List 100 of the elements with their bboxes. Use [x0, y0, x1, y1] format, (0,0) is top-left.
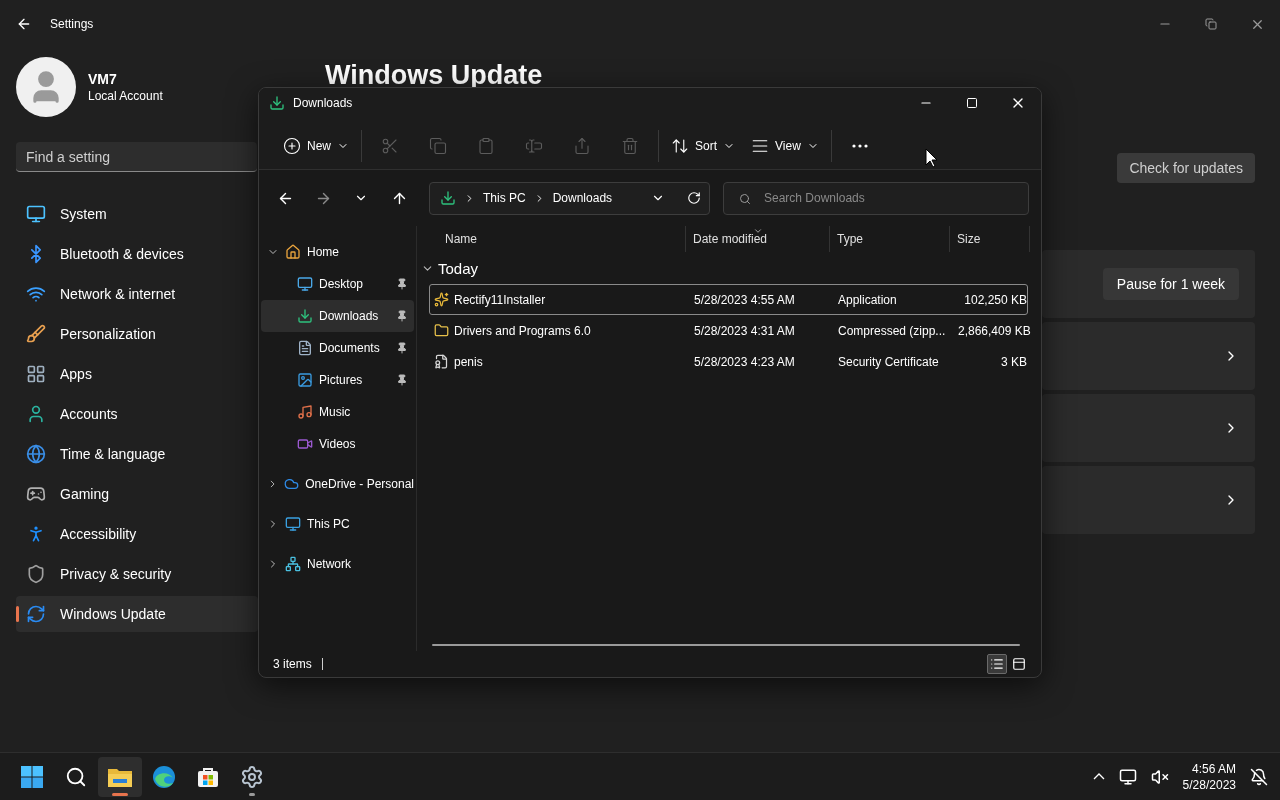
globe-icon	[26, 444, 46, 464]
file-type: Security Certificate	[837, 354, 940, 369]
file-date: 5/28/2023 4:31 AM	[693, 323, 796, 338]
file-size: 3 KB	[1000, 354, 1028, 369]
column-header[interactable]: Name	[429, 226, 686, 252]
file-date: 5/28/2023 4:23 AM	[693, 354, 796, 369]
list-icon	[990, 657, 1004, 671]
sort-icon	[671, 136, 689, 155]
file-name: Rectify11Installer	[454, 292, 546, 307]
view-button[interactable]: View	[747, 129, 823, 162]
music-icon	[297, 404, 313, 420]
network-icon	[285, 556, 301, 572]
certificate-icon	[434, 354, 449, 369]
house-icon	[285, 244, 301, 260]
monitor-icon	[1118, 767, 1137, 786]
cloud-icon	[284, 476, 300, 492]
window-title: Settings	[50, 17, 94, 31]
trash-icon	[621, 136, 639, 155]
copy-icon	[429, 136, 447, 155]
clock[interactable]: 4:56 AM 5/28/2023	[1178, 760, 1240, 793]
file-type: Compressed (zipp...	[837, 323, 947, 338]
plus-icon	[283, 136, 301, 155]
column-header[interactable]: Date modified	[686, 226, 830, 252]
gamepad-icon	[26, 484, 46, 504]
nav-item[interactable]: Apps	[16, 356, 258, 392]
maximize-icon	[966, 97, 978, 109]
address-bar[interactable]: This PC Downloads	[429, 181, 710, 215]
file-row[interactable]: Drivers and Programs 6.0 5/28/2023 4:31 AM Compressed (zipp... 2,866,409 KB	[429, 315, 1028, 346]
tree-item[interactable]: Network	[261, 548, 414, 580]
image-icon	[297, 372, 313, 388]
nav-item[interactable]: Time & language	[16, 436, 258, 472]
tiles-icon	[1012, 657, 1026, 671]
refresh-icon[interactable]	[687, 191, 701, 205]
tree-item[interactable]: OneDrive - Personal	[261, 468, 414, 500]
account-name: VM7	[88, 71, 118, 87]
search-icon	[65, 765, 87, 788]
breadcrumb[interactable]: Downloads	[552, 191, 613, 205]
tree-item[interactable]: Home	[261, 236, 414, 268]
file-row[interactable]: Rectify11Installer 5/28/2023 4:55 AM Application 102,250 KB	[429, 284, 1028, 315]
window-title: Downloads	[293, 96, 353, 110]
tree-item[interactable]: Videos	[261, 428, 414, 460]
gear-icon	[240, 764, 264, 789]
file-size: 2,866,409 KB	[957, 323, 1029, 338]
column-header[interactable]: Type	[830, 226, 950, 252]
monitor-icon	[26, 204, 46, 224]
check-updates-button[interactable]: Check for updates	[1117, 153, 1255, 183]
search-field[interactable]: Search Downloads	[723, 181, 1029, 215]
nav-item[interactable]: Privacy & security	[16, 556, 258, 592]
clipboard-icon	[477, 136, 495, 155]
share-icon	[573, 136, 591, 155]
new-button[interactable]: New	[279, 129, 353, 162]
start-icon	[20, 764, 44, 789]
tree-item[interactable]: Pictures	[261, 364, 414, 396]
search-icon	[739, 192, 751, 205]
download-icon	[269, 95, 285, 111]
sync-icon	[26, 604, 46, 624]
column-header[interactable]: Size	[950, 226, 1030, 252]
nav-item[interactable]: Windows Update	[16, 596, 258, 632]
nav-item[interactable]: System	[16, 196, 258, 232]
item-count: 3 items	[273, 658, 323, 670]
nav-item[interactable]: Network & internet	[16, 276, 258, 312]
taskbar-button[interactable]	[98, 756, 142, 797]
sparkle-icon	[434, 292, 449, 307]
download-icon	[297, 308, 313, 324]
file-name: penis	[454, 354, 483, 369]
sort-button[interactable]: Sort	[667, 129, 740, 162]
monitor-icon	[297, 276, 313, 292]
details-view-button[interactable]	[987, 654, 1007, 674]
avatar	[16, 57, 76, 117]
tree-item[interactable]: Desktop	[261, 268, 414, 300]
person-icon	[26, 404, 46, 424]
grid-icon	[26, 364, 46, 384]
rename-icon	[525, 136, 543, 155]
more-icon	[851, 143, 868, 148]
bell-icon	[1250, 767, 1268, 786]
nav-item[interactable]: Personalization	[16, 316, 258, 352]
pause-button[interactable]: Pause for 1 week	[1102, 268, 1239, 300]
wifi-icon	[26, 284, 46, 304]
account-type: Local Account	[88, 89, 163, 103]
breadcrumb[interactable]: This PC	[483, 191, 526, 205]
page-title: Windows Update	[325, 59, 544, 92]
tree-item[interactable]: Downloads	[261, 300, 414, 332]
shield-icon	[26, 564, 46, 584]
search-field[interactable]: Find a setting	[16, 142, 257, 172]
group-header: Today	[438, 259, 479, 277]
file-date: 5/28/2023 4:55 AM	[693, 292, 796, 307]
nav-item[interactable]: Bluetooth & devices	[16, 236, 258, 272]
document-icon	[297, 340, 313, 356]
cursor-icon	[925, 148, 938, 168]
nav-item[interactable]: Accessibility	[16, 516, 258, 552]
file-size: 102,250 KB	[963, 292, 1028, 307]
file-row[interactable]: penis 5/28/2023 4:23 AM Security Certificate 3 KB	[429, 346, 1028, 377]
tree-item[interactable]: This PC	[261, 508, 414, 540]
tree-item[interactable]: Documents	[261, 332, 414, 364]
nav-item[interactable]: Gaming	[16, 476, 258, 512]
tree-item[interactable]: Music	[261, 396, 414, 428]
file-name: Drivers and Programs 6.0	[454, 323, 591, 338]
nav-item[interactable]: Accounts	[16, 396, 258, 432]
browser-icon	[152, 764, 176, 789]
scissors-icon	[381, 136, 399, 155]
